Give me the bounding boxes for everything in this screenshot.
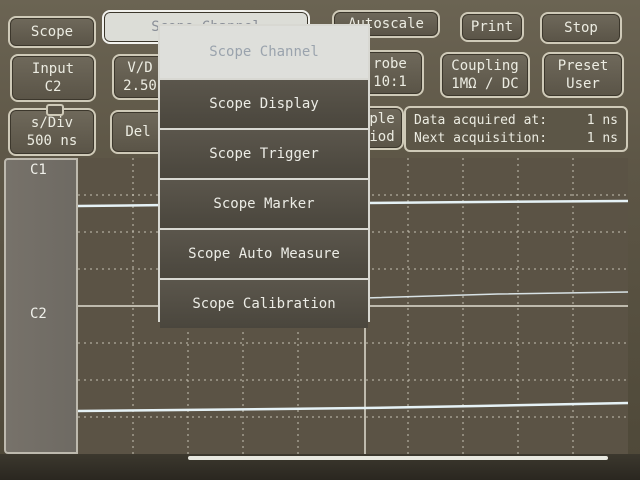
next-acquisition-label: Next acquisition: [414,131,548,146]
print-button-label: Print [470,19,514,35]
data-acquired-value: 1 ns [586,113,618,128]
sdiv-value: 500 ns [26,133,78,149]
next-acquisition-row: Next acquisition: 1 ns [414,130,618,148]
sample-value: iod [369,129,395,145]
vdiv-value: 2.50 [123,78,157,94]
data-acquired-row: Data acquired at: 1 ns [414,112,618,130]
menu-item-scope-auto-measure[interactable]: Scope Auto Measure [160,228,368,278]
seconds-per-div-button[interactable]: s/Div 500 ns [8,104,96,156]
acquisition-info: Data acquired at: 1 ns Next acquisition:… [404,106,628,152]
menu-item-scope-marker[interactable]: Scope Marker [160,178,368,228]
sdiv-label: s/Div [30,115,74,131]
preset-label: Preset [557,58,609,74]
menu-title[interactable]: Scope Channel [160,26,368,78]
next-acquisition-value: 1 ns [586,131,618,146]
preset-button[interactable]: Preset User [542,52,624,98]
menu-item-scope-calibration[interactable]: Scope Calibration [160,278,368,328]
menu-item-scope-trigger[interactable]: Scope Trigger [160,128,368,178]
knob-icon [46,104,64,116]
scope-button[interactable]: Scope [8,16,96,48]
bottom-bar [0,454,640,480]
input-channel-button[interactable]: Input C2 [10,54,96,102]
vdiv-label: V/D [127,60,153,76]
preset-value: User [566,76,600,92]
scope-screen: Scope Scope Channel Autoscale Print Stop… [0,0,640,480]
scope-channel-menu: Scope Channel Scope Display Scope Trigge… [158,24,370,328]
channel-c2-label[interactable]: C2 [30,306,47,322]
probe-value: 10:1 [373,74,407,90]
menu-item-scope-display[interactable]: Scope Display [160,78,368,128]
input-value: C2 [44,79,62,95]
input-label: Input [31,61,75,77]
coupling-label: Coupling [451,58,519,74]
channel-c1-label[interactable]: C1 [30,162,47,178]
delay-label: Del [125,124,151,140]
print-button[interactable]: Print [460,12,524,42]
sample-label: ple [369,111,395,127]
coupling-button[interactable]: Coupling 1MΩ / DC [440,52,530,98]
scope-button-label: Scope [30,24,74,40]
horizontal-scrollbar[interactable] [188,456,608,460]
coupling-value: 1MΩ / DC [451,76,519,92]
data-acquired-label: Data acquired at: [414,113,548,128]
stop-button[interactable]: Stop [540,12,622,44]
stop-button-label: Stop [564,20,598,36]
probe-label: robe [373,56,407,72]
